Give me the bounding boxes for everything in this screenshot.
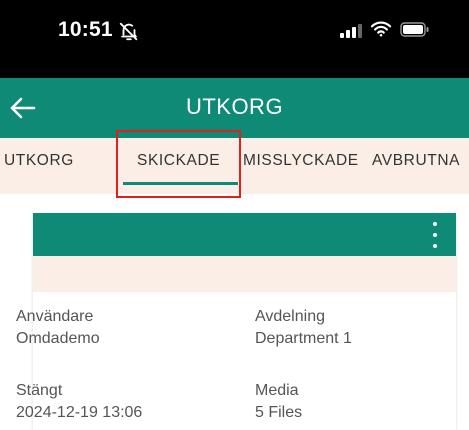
department-value: Department 1 — [255, 330, 352, 347]
page-title: UTKORG — [185, 94, 284, 119]
media-value: 5 Files — [255, 404, 303, 421]
tab-utkorg[interactable]: UTKORG — [4, 152, 74, 170]
bell-slash-icon — [119, 22, 138, 41]
battery-icon — [400, 22, 429, 37]
card-header — [33, 213, 456, 256]
department-label: Avdelning — [255, 308, 325, 325]
cellular-signal-icon — [340, 24, 362, 38]
media-label: Media — [255, 382, 299, 399]
tab-misslyckade[interactable]: MISSLYCKADE — [243, 152, 359, 170]
more-vertical-icon[interactable] — [430, 222, 440, 248]
closed-value: 2024-12-19 13:06 — [16, 404, 143, 421]
status-time: 10:51 — [58, 18, 113, 41]
user-value: Omdademo — [16, 330, 100, 347]
highlight-annotation — [116, 130, 241, 198]
card-subheader — [33, 256, 456, 292]
app-bar: UTKORG — [0, 78, 469, 138]
closed-label: Stängt — [16, 382, 63, 399]
user-label: Användare — [16, 308, 94, 325]
tab-avbrutna[interactable]: AVBRUTNA — [372, 152, 460, 170]
outbox-item-card[interactable] — [33, 213, 456, 430]
wifi-icon — [370, 21, 392, 37]
status-bar: 10:51 — [0, 0, 469, 78]
